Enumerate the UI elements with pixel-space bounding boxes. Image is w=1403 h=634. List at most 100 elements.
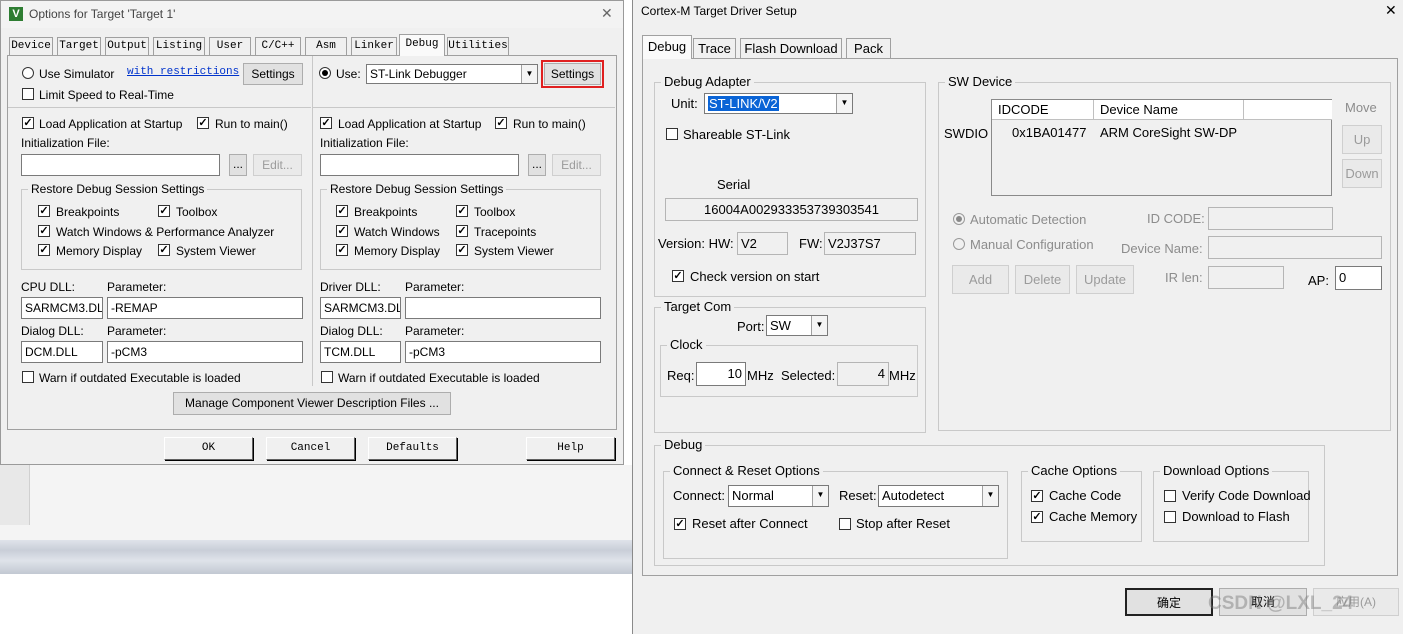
- auto-detection-label: Automatic Detection: [970, 212, 1087, 227]
- tgt-memory-checkbox[interactable]: ✓: [336, 244, 348, 256]
- col-header-idcode[interactable]: IDCODE: [992, 100, 1094, 120]
- delete-button[interactable]: Delete: [1015, 265, 1070, 294]
- add-button[interactable]: Add: [952, 265, 1009, 294]
- tab-utilities[interactable]: Utilities: [447, 37, 509, 55]
- sim-watch-checkbox[interactable]: ✓: [38, 225, 50, 237]
- sim-edit-button[interactable]: Edit...: [253, 154, 302, 176]
- row-device[interactable]: ARM CoreSight SW-DP: [1100, 125, 1237, 140]
- swdio-label: SWDIO: [944, 126, 989, 141]
- manage-component-button[interactable]: Manage Component Viewer Description File…: [173, 392, 451, 415]
- port-select[interactable]: SW ▼: [766, 315, 828, 336]
- cpu-param-input[interactable]: -REMAP: [107, 297, 303, 319]
- tgt-warn-checkbox[interactable]: [321, 371, 333, 383]
- sim-settings-button[interactable]: Settings: [243, 63, 303, 85]
- shareable-label: Shareable ST-Link: [683, 127, 790, 142]
- cancel-button[interactable]: Cancel: [266, 437, 355, 460]
- tgt-dialog-dll-input[interactable]: TCM.DLL: [320, 341, 401, 363]
- sim-dialog-param-input[interactable]: -pCM3: [107, 341, 303, 363]
- driver-param-input[interactable]: [405, 297, 601, 319]
- tgt-toolbox-checkbox[interactable]: ✓: [456, 205, 468, 217]
- tgt-breakpoints-checkbox[interactable]: ✓: [336, 205, 348, 217]
- limit-speed-label: Limit Speed to Real-Time: [39, 88, 174, 102]
- confirm-button[interactable]: 确定: [1125, 588, 1213, 616]
- selected-mhz-label: MHz: [889, 368, 916, 383]
- sim-run-main-checkbox[interactable]: ✓: [197, 117, 209, 129]
- limit-speed-checkbox[interactable]: [22, 88, 34, 100]
- tab-device[interactable]: Device: [9, 37, 53, 55]
- sim-memory-checkbox[interactable]: ✓: [38, 244, 50, 256]
- with-restrictions-link[interactable]: with restrictions: [127, 66, 239, 78]
- sim-sysviewer-checkbox[interactable]: ✓: [158, 244, 170, 256]
- tab-output[interactable]: Output: [105, 37, 149, 55]
- sim-dialog-dll-input[interactable]: DCM.DLL: [21, 341, 103, 363]
- debugger-settings-button[interactable]: Settings: [544, 63, 601, 85]
- download-flash-checkbox[interactable]: [1164, 511, 1176, 523]
- ir-len-input[interactable]: [1208, 266, 1284, 289]
- tgt-watch-checkbox[interactable]: ✓: [336, 225, 348, 237]
- stop-after-reset-checkbox[interactable]: [839, 518, 851, 530]
- row-idcode[interactable]: 0x1BA01477: [1012, 125, 1086, 140]
- cache-code-checkbox[interactable]: ✓: [1031, 490, 1043, 502]
- driver-close-icon[interactable]: ✕: [1385, 2, 1397, 19]
- sim-toolbox-checkbox[interactable]: ✓: [158, 205, 170, 217]
- req-input[interactable]: 10: [696, 362, 746, 386]
- tgt-dialog-param-input[interactable]: -pCM3: [405, 341, 601, 363]
- sim-load-app-label: Load Application at Startup: [39, 117, 183, 131]
- help-button[interactable]: Help: [526, 437, 615, 460]
- tgt-init-file-input[interactable]: [320, 154, 519, 176]
- cpu-dll-input[interactable]: SARMCM3.DLL: [21, 297, 103, 319]
- shareable-checkbox[interactable]: [666, 128, 678, 140]
- close-icon[interactable]: ✕: [601, 5, 613, 22]
- device-name-input[interactable]: [1208, 236, 1382, 259]
- tgt-tracepoints-checkbox[interactable]: ✓: [456, 225, 468, 237]
- verify-download-label: Verify Code Download: [1182, 488, 1311, 503]
- tgt-browse-button[interactable]: ...: [528, 154, 546, 176]
- connect-select[interactable]: Normal ▼: [728, 485, 829, 507]
- id-code-input[interactable]: [1208, 207, 1333, 230]
- options-title: Options for Target 'Target 1': [29, 7, 176, 21]
- cache-memory-checkbox[interactable]: ✓: [1031, 511, 1043, 523]
- rtab-flash-download[interactable]: Flash Download: [740, 38, 842, 59]
- use-debugger-radio[interactable]: [319, 67, 331, 79]
- use-simulator-radio[interactable]: [22, 67, 34, 79]
- ap-label: AP:: [1308, 273, 1329, 288]
- sw-device-table[interactable]: IDCODE Device Name 0x1BA01477 ARM CoreSi…: [991, 99, 1332, 196]
- sim-init-file-input[interactable]: [21, 154, 220, 176]
- tgt-load-app-checkbox[interactable]: ✓: [320, 117, 332, 129]
- tab-cc[interactable]: C/C++: [255, 37, 301, 55]
- tab-debug[interactable]: Debug: [399, 34, 445, 56]
- auto-detection-radio[interactable]: [953, 213, 965, 225]
- use-simulator-label: Use Simulator: [39, 67, 115, 81]
- reset-after-connect-checkbox[interactable]: ✓: [674, 518, 686, 530]
- tgt-run-main-checkbox[interactable]: ✓: [495, 117, 507, 129]
- defaults-button[interactable]: Defaults: [368, 437, 457, 460]
- verify-download-checkbox[interactable]: [1164, 490, 1176, 502]
- rtab-debug[interactable]: Debug: [642, 35, 692, 59]
- tgt-sysviewer-checkbox[interactable]: ✓: [456, 244, 468, 256]
- driver-dll-input[interactable]: SARMCM3.DLL: [320, 297, 401, 319]
- check-version-checkbox[interactable]: ✓: [672, 270, 684, 282]
- move-up-button[interactable]: Up: [1342, 125, 1382, 154]
- rtab-pack[interactable]: Pack: [846, 38, 891, 59]
- debugger-select[interactable]: ST-Link Debugger ▼: [366, 64, 538, 84]
- sim-browse-button[interactable]: ...: [229, 154, 247, 176]
- tab-asm[interactable]: Asm: [305, 37, 347, 55]
- update-button[interactable]: Update: [1076, 265, 1134, 294]
- ok-button[interactable]: OK: [164, 437, 253, 460]
- move-down-button[interactable]: Down: [1342, 159, 1382, 188]
- rtab-trace[interactable]: Trace: [693, 38, 736, 59]
- sim-load-app-checkbox[interactable]: ✓: [22, 117, 34, 129]
- unit-select[interactable]: ST-LINK/V2 ▼: [704, 93, 853, 114]
- tab-target[interactable]: Target: [57, 37, 101, 55]
- chevron-down-icon: ▼: [521, 65, 537, 83]
- tab-linker[interactable]: Linker: [351, 37, 397, 55]
- reset-select[interactable]: Autodetect ▼: [878, 485, 999, 507]
- tab-user[interactable]: User: [209, 37, 251, 55]
- tab-listing[interactable]: Listing: [153, 37, 205, 55]
- manual-config-radio[interactable]: [953, 238, 965, 250]
- ap-input[interactable]: 0: [1335, 266, 1382, 290]
- tgt-edit-button[interactable]: Edit...: [552, 154, 601, 176]
- sim-warn-checkbox[interactable]: [22, 371, 34, 383]
- col-header-device[interactable]: Device Name: [1094, 100, 1244, 120]
- sim-breakpoints-checkbox[interactable]: ✓: [38, 205, 50, 217]
